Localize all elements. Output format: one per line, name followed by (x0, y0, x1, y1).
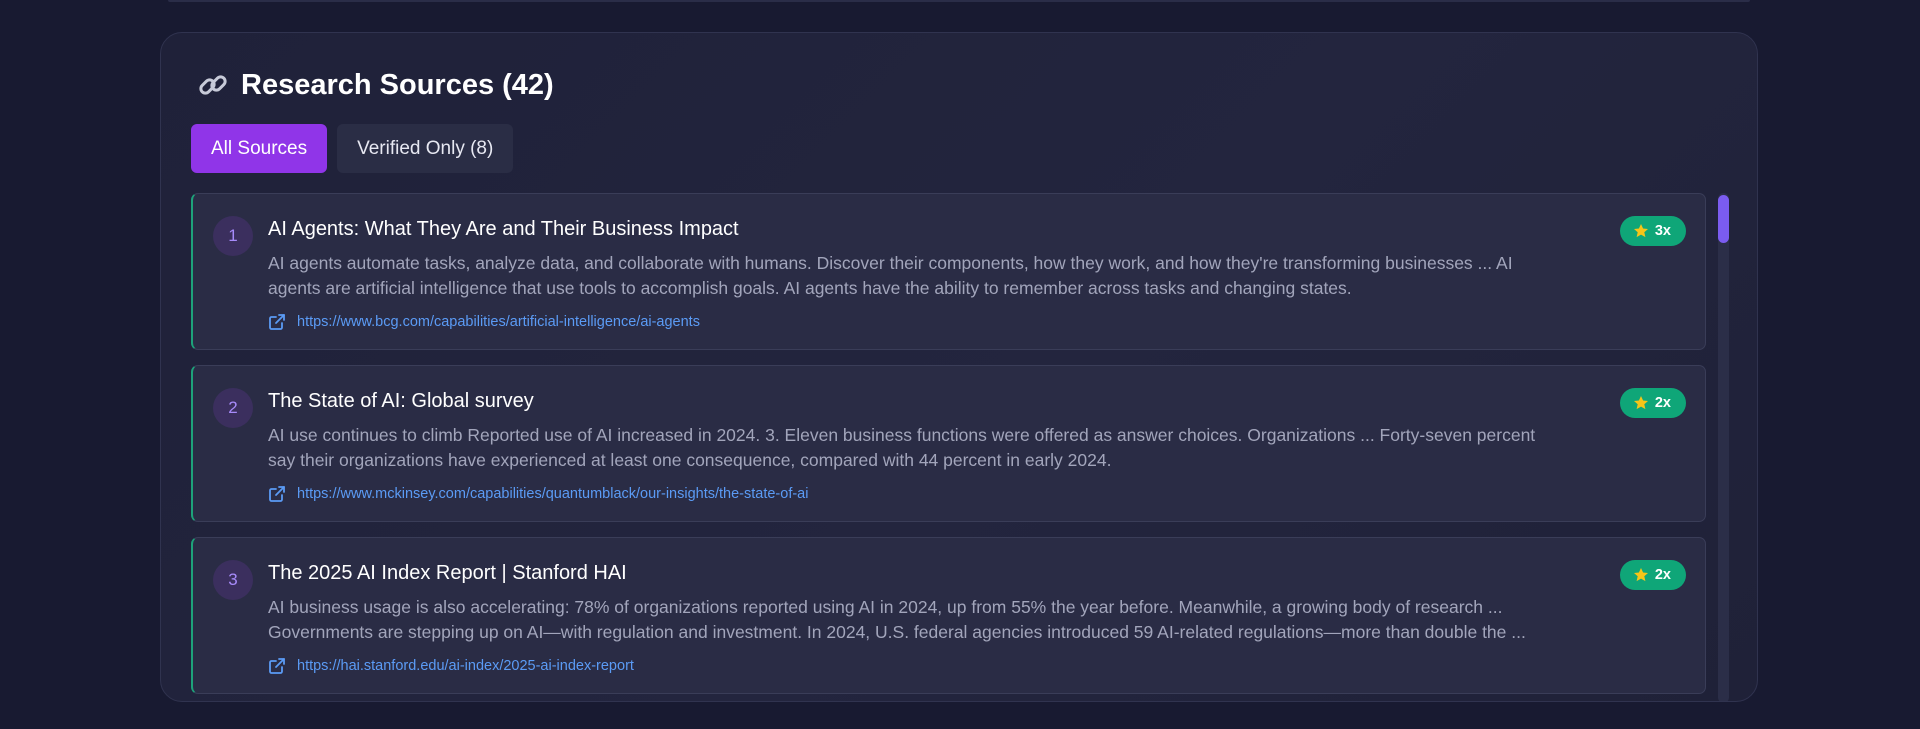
research-sources-panel: Research Sources (42) All Sources Verifi… (160, 32, 1758, 702)
snippet-line: AI use continues to climb Reported use o… (268, 425, 1536, 445)
source-number: 2 (213, 388, 253, 428)
source-card[interactable]: 3 The 2025 AI Index Report | Stanford HA… (191, 537, 1706, 694)
source-snippet: AI use continues to climb Reported use o… (268, 423, 1658, 473)
source-snippet: AI business usage is also accelerating: … (268, 595, 1658, 645)
previous-panel-edge (168, 0, 1750, 2)
snippet-line: agents are artificial intelligence that … (268, 278, 1352, 298)
tab-verified-only[interactable]: Verified Only (8) (337, 124, 514, 173)
citation-count-badge: 2x (1619, 388, 1686, 418)
source-title[interactable]: The State of AI: Global survey (268, 390, 534, 413)
source-number: 3 (213, 560, 253, 600)
star-icon (1633, 223, 1649, 239)
scrollbar-thumb[interactable] (1718, 195, 1729, 243)
source-card[interactable]: 2 The State of AI: Global survey AI use … (191, 365, 1706, 522)
snippet-line: say their organizations have experienced… (268, 450, 1112, 470)
external-link-icon (268, 313, 286, 331)
source-filter-tabs: All Sources Verified Only (8) (191, 124, 514, 173)
source-link[interactable]: https://www.mckinsey.com/capabilities/qu… (268, 485, 808, 503)
tab-all-sources[interactable]: All Sources (191, 124, 328, 173)
snippet-line: AI business usage is also accelerating: … (268, 597, 1503, 617)
source-number: 1 (213, 216, 253, 256)
source-url[interactable]: https://www.bcg.com/capabilities/artific… (297, 314, 700, 330)
badge-label: 2x (1654, 395, 1671, 411)
source-title[interactable]: AI Agents: What They Are and Their Busin… (268, 218, 739, 241)
external-link-icon (268, 485, 286, 503)
sources-list[interactable]: 1 AI Agents: What They Are and Their Bus… (191, 193, 1706, 701)
panel-title-text: Research Sources (42) (241, 68, 554, 101)
sources-scrollbar[interactable] (1718, 193, 1729, 701)
snippet-line: AI agents automate tasks, analyze data, … (268, 253, 1513, 273)
star-icon (1633, 567, 1649, 583)
external-link-icon (268, 657, 286, 675)
star-icon (1633, 395, 1649, 411)
source-card[interactable]: 1 AI Agents: What They Are and Their Bus… (191, 193, 1706, 350)
source-snippet: AI agents automate tasks, analyze data, … (268, 251, 1658, 301)
source-url[interactable]: https://www.mckinsey.com/capabilities/qu… (297, 486, 808, 502)
source-link[interactable]: https://www.bcg.com/capabilities/artific… (268, 313, 700, 331)
source-title[interactable]: The 2025 AI Index Report | Stanford HAI (268, 562, 627, 585)
panel-title: Research Sources (42) (195, 63, 554, 107)
source-url[interactable]: https://hai.stanford.edu/ai-index/2025-a… (297, 658, 634, 674)
badge-label: 2x (1654, 567, 1671, 583)
citation-count-badge: 3x (1619, 216, 1686, 246)
badge-label: 3x (1654, 223, 1671, 239)
link-icon (195, 67, 231, 103)
snippet-line: Governments are stepping up on AI—with r… (268, 622, 1526, 642)
citation-count-badge: 2x (1619, 560, 1686, 590)
source-link[interactable]: https://hai.stanford.edu/ai-index/2025-a… (268, 657, 634, 675)
